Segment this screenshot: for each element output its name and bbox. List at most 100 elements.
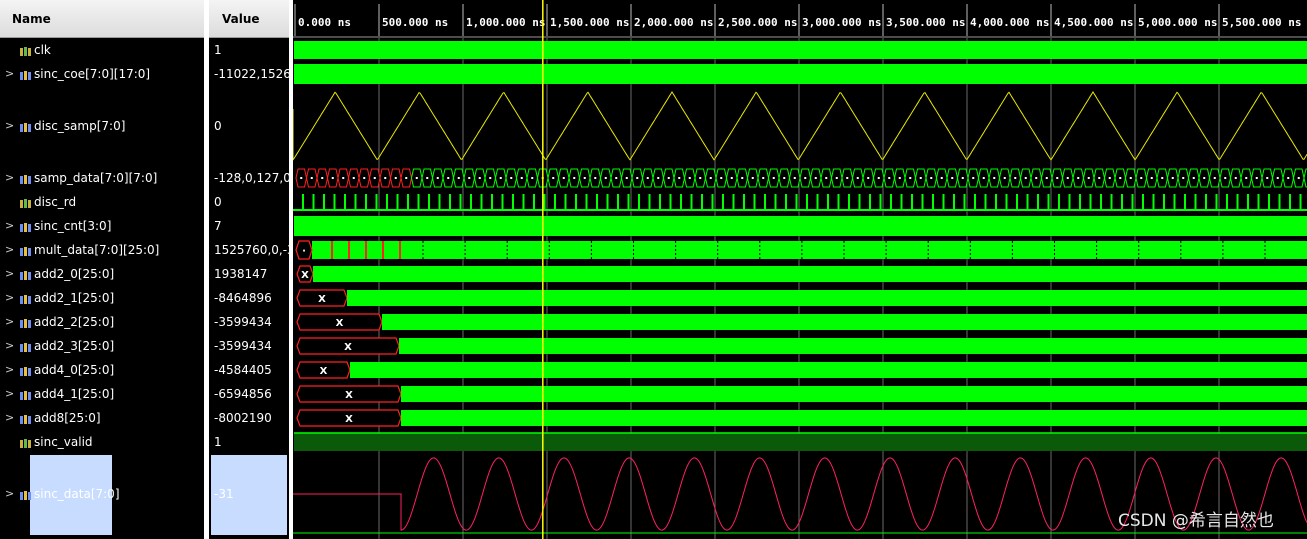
signal-name: add2_1[25:0] (34, 291, 115, 305)
waveform-canvas[interactable]: 0.000 ns 500.000 ns 1,000.000 ns 1,500.000 … (293, 0, 1307, 539)
bus-signal-icon (20, 365, 31, 376)
tick-label: 2,500.000 ns (718, 16, 797, 29)
mult-data-transition (399, 241, 401, 259)
expand-chevron-icon[interactable]: > (5, 363, 14, 376)
samp-data-dot (1129, 177, 1132, 179)
signal-row[interactable]: > add4_1[25:0] (0, 386, 204, 402)
signal-row[interactable]: > mult_data[7:0][25:0] (0, 242, 204, 258)
name-column-header[interactable]: Name (0, 0, 204, 38)
samp-data-dot (1003, 177, 1006, 179)
signal-row[interactable]: > add2_2[25:0] (0, 314, 204, 330)
mult-data-transition (382, 241, 384, 259)
signal-row[interactable]: > sinc_coe[7:0][17:0] (0, 66, 204, 82)
samp-data-dot (478, 177, 481, 179)
samp-data-dot (741, 177, 744, 179)
samp-data-dot (804, 177, 807, 179)
samp-data-dot (1098, 177, 1101, 179)
value-column-header[interactable]: Value (209, 0, 289, 38)
samp-data-dot (856, 177, 859, 179)
signal-value: -8002190 (214, 411, 272, 425)
signal-row[interactable]: disc_rd (0, 194, 204, 210)
signal-row[interactable]: clk (0, 42, 204, 58)
samp-data-dot (1255, 177, 1258, 179)
expand-chevron-icon[interactable]: > (5, 67, 14, 80)
samp-data-dot (888, 177, 891, 179)
samp-data-dot (1161, 177, 1164, 179)
clk-waveform (294, 41, 1307, 59)
samp-data-dot (867, 177, 870, 179)
signal-value: 1938147 (214, 267, 268, 281)
expand-chevron-icon[interactable]: > (5, 243, 14, 256)
wire-signal-icon (20, 437, 31, 448)
unknown-marker: X (345, 390, 353, 401)
samp-data-dot (615, 177, 618, 179)
samp-data-dot (1140, 177, 1143, 179)
signal-name: add2_3[25:0] (34, 339, 115, 353)
samp-data-dot (373, 177, 376, 179)
tick-label: 4,500.000 ns (1054, 16, 1133, 29)
expand-chevron-icon[interactable]: > (5, 339, 14, 352)
signal-row[interactable]: > add2_1[25:0] (0, 290, 204, 306)
samp-data-dot (720, 177, 723, 179)
signal-value: 1 (214, 435, 222, 449)
adder-valid-segment (399, 338, 1307, 354)
samp-data-dot (657, 177, 660, 179)
sinc-coe-waveform (294, 64, 1307, 84)
signal-row[interactable]: > disc_samp[7:0] (0, 118, 204, 134)
bus-signal-icon (20, 221, 31, 232)
mult-data-valid (312, 241, 1307, 259)
expand-chevron-icon[interactable]: > (5, 219, 14, 232)
mult-data-transition (348, 241, 350, 259)
samp-data-dot (310, 177, 313, 179)
tick-label: 5,000.000 ns (1138, 16, 1217, 29)
expand-chevron-icon[interactable]: > (5, 315, 14, 328)
unknown-marker: X (336, 318, 344, 329)
bus-signal-icon (20, 293, 31, 304)
signal-value: -11022,15261 (214, 67, 289, 81)
bus-signal-icon (20, 413, 31, 424)
disc-samp-waveform (293, 91, 1307, 161)
signal-row[interactable]: > samp_data[7:0][7:0] (0, 170, 204, 186)
samp-data-dot (1213, 177, 1216, 179)
tick-label: 4,000.000 ns (970, 16, 1049, 29)
signal-row[interactable]: > add2_0[25:0] (0, 266, 204, 282)
samp-data-dot (1297, 177, 1300, 179)
signal-row[interactable]: > add4_0[25:0] (0, 362, 204, 378)
samp-data-dot (688, 177, 691, 179)
samp-data-dot (531, 177, 534, 179)
signal-row[interactable]: sinc_valid (0, 434, 204, 450)
signal-row[interactable]: > add2_3[25:0] (0, 338, 204, 354)
signal-name: sinc_data[7:0] (34, 487, 120, 501)
expand-chevron-icon[interactable]: > (5, 411, 14, 424)
signal-value: 0 (214, 119, 222, 133)
signal-row[interactable]: > add8[25:0] (0, 410, 204, 426)
samp-data-dot (793, 177, 796, 179)
signal-name: samp_data[7:0][7:0] (34, 171, 158, 185)
samp-data-dot (699, 177, 702, 179)
tick-label: 2,000.000 ns (634, 16, 713, 29)
expand-chevron-icon[interactable]: > (5, 487, 14, 500)
signal-name: add2_2[25:0] (34, 315, 115, 329)
samp-data-dot (1171, 177, 1174, 179)
expand-chevron-icon[interactable]: > (5, 267, 14, 280)
unknown-marker: X (301, 270, 309, 281)
unknown-marker: X (345, 414, 353, 425)
adder-unknown-segment: X (296, 361, 351, 379)
expand-chevron-icon[interactable]: > (5, 119, 14, 132)
expand-chevron-icon[interactable]: > (5, 387, 14, 400)
samp-data-dot (1108, 177, 1111, 179)
samp-data-dot (982, 177, 985, 179)
adder-unknown-segment: X (296, 313, 383, 331)
samp-data-dot (751, 177, 754, 179)
expand-chevron-icon[interactable]: > (5, 291, 14, 304)
expand-chevron-icon[interactable]: > (5, 171, 14, 184)
samp-data-dot (1234, 177, 1237, 179)
samp-data-dot (1287, 177, 1290, 179)
bus-signal-icon (20, 269, 31, 280)
signal-row[interactable]: > sinc_data[7:0] (0, 486, 204, 502)
wire-signal-icon (20, 45, 31, 56)
signal-row[interactable]: > sinc_cnt[3:0] (0, 218, 204, 234)
unknown-marker: X (318, 294, 326, 305)
samp-data-dot (961, 177, 964, 179)
samp-data-dot (342, 177, 345, 179)
